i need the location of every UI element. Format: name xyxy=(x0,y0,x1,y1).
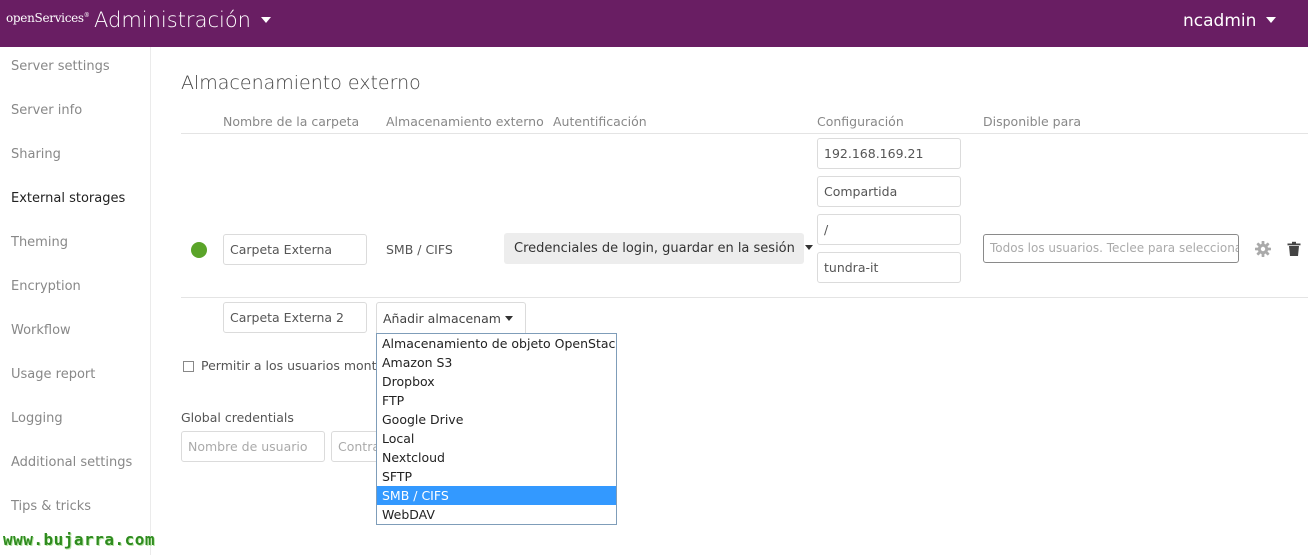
mount-status-indicator xyxy=(191,242,207,258)
storage-option-smb-cifs[interactable]: SMB / CIFS xyxy=(377,486,616,505)
chevron-down-icon xyxy=(260,16,271,23)
global-credentials-label: Global credentials xyxy=(181,410,294,425)
storage-type-label: SMB / CIFS xyxy=(386,242,453,257)
storage-option-openstack[interactable]: Almacenamiento de objeto OpenStack xyxy=(377,334,616,353)
chevron-down-icon xyxy=(804,245,813,250)
storage-option-google-drive[interactable]: Google Drive xyxy=(377,410,616,429)
logo[interactable]: openServices® xyxy=(6,11,90,25)
config-domain-input[interactable]: tundra-it xyxy=(817,252,961,283)
sidebar-item-workflow[interactable]: Workflow xyxy=(11,323,71,338)
column-header-external-storage: Almacenamiento externo xyxy=(386,114,544,129)
sidebar-item-usage-report[interactable]: Usage report xyxy=(11,367,95,382)
sidebar-item-encryption[interactable]: Encryption xyxy=(11,279,81,294)
sidebar-item-server-settings[interactable]: Server settings xyxy=(11,59,110,74)
column-header-configuration: Configuración xyxy=(817,114,904,129)
sidebar-item-theming[interactable]: Theming xyxy=(11,235,68,250)
storage-type-dropdown: Almacenamiento de objeto OpenStack Amazo… xyxy=(376,333,617,525)
storage-option-sftp[interactable]: SFTP xyxy=(377,467,616,486)
user-menu-toggle[interactable]: ncadmin xyxy=(1183,11,1277,31)
storage-option-webdav[interactable]: WebDAV xyxy=(377,505,616,524)
add-storage-label: Añadir almacenamiento xyxy=(383,311,501,326)
new-folder-name-input[interactable]: Carpeta Externa 2 xyxy=(223,302,367,333)
global-username-input[interactable]: Nombre de usuario xyxy=(181,431,325,462)
auth-method-select[interactable]: Credenciales de login, guardar en la ses… xyxy=(504,233,813,264)
delete-mount-button[interactable] xyxy=(1287,241,1305,259)
storage-option-nextcloud[interactable]: Nextcloud xyxy=(377,448,616,467)
watermark: www.bujarra.com xyxy=(3,530,155,549)
gear-icon xyxy=(1255,241,1271,257)
app-menu-toggle[interactable]: Administración xyxy=(94,8,271,32)
column-header-authentication: Autentificación xyxy=(553,114,647,129)
auth-method-value: Credenciales de login, guardar en la ses… xyxy=(514,241,795,256)
chevron-down-icon xyxy=(505,316,513,321)
chevron-down-icon xyxy=(1266,16,1277,23)
logo-mark-icon: ® xyxy=(83,12,90,19)
settings-sidebar: Server settings Server info Sharing Exte… xyxy=(0,47,151,555)
user-name: ncadmin xyxy=(1183,11,1257,31)
column-header-folder-name: Nombre de la carpeta xyxy=(223,114,360,129)
storage-option-amazon-s3[interactable]: Amazon S3 xyxy=(377,353,616,372)
app-title: Administración xyxy=(94,8,251,32)
sidebar-item-sharing[interactable]: Sharing xyxy=(11,147,61,162)
sidebar-item-logging[interactable]: Logging xyxy=(11,411,63,426)
app-header: openServices® Administración ncadmin xyxy=(0,0,1308,47)
column-header-available-for: Disponible para xyxy=(983,114,1082,129)
storage-option-ftp[interactable]: FTP xyxy=(377,391,616,410)
header-divider xyxy=(181,133,1308,134)
config-host-input[interactable]: 192.168.169.21 xyxy=(817,138,961,169)
folder-name-input[interactable]: Carpeta Externa xyxy=(223,234,367,265)
sidebar-item-tips-tricks[interactable]: Tips & tricks xyxy=(11,499,91,514)
mount-options-button[interactable] xyxy=(1254,240,1272,258)
storage-option-local[interactable]: Local xyxy=(377,429,616,448)
storage-option-dropbox[interactable]: Dropbox xyxy=(377,372,616,391)
config-share-input[interactable]: Compartida xyxy=(817,176,961,207)
page-title: Almacenamiento externo xyxy=(181,72,421,94)
config-remote-subfolder-input[interactable]: / xyxy=(817,214,961,245)
add-storage-select[interactable]: Añadir almacenamiento xyxy=(376,302,526,333)
allow-user-mounting-checkbox[interactable] xyxy=(183,361,194,372)
logo-text: openServices xyxy=(6,11,84,25)
sidebar-item-server-info[interactable]: Server info xyxy=(11,103,82,118)
applicable-users-input[interactable]: Todos los usuarios. Teclee para seleccio… xyxy=(983,234,1239,263)
allow-user-mounting-label: Permitir a los usuarios montar almacenam… xyxy=(201,358,377,373)
sidebar-item-additional-settings[interactable]: Additional settings xyxy=(11,455,132,470)
trash-icon xyxy=(1287,241,1301,256)
sidebar-item-external-storages[interactable]: External storages xyxy=(11,191,125,206)
row-divider xyxy=(181,297,1308,298)
